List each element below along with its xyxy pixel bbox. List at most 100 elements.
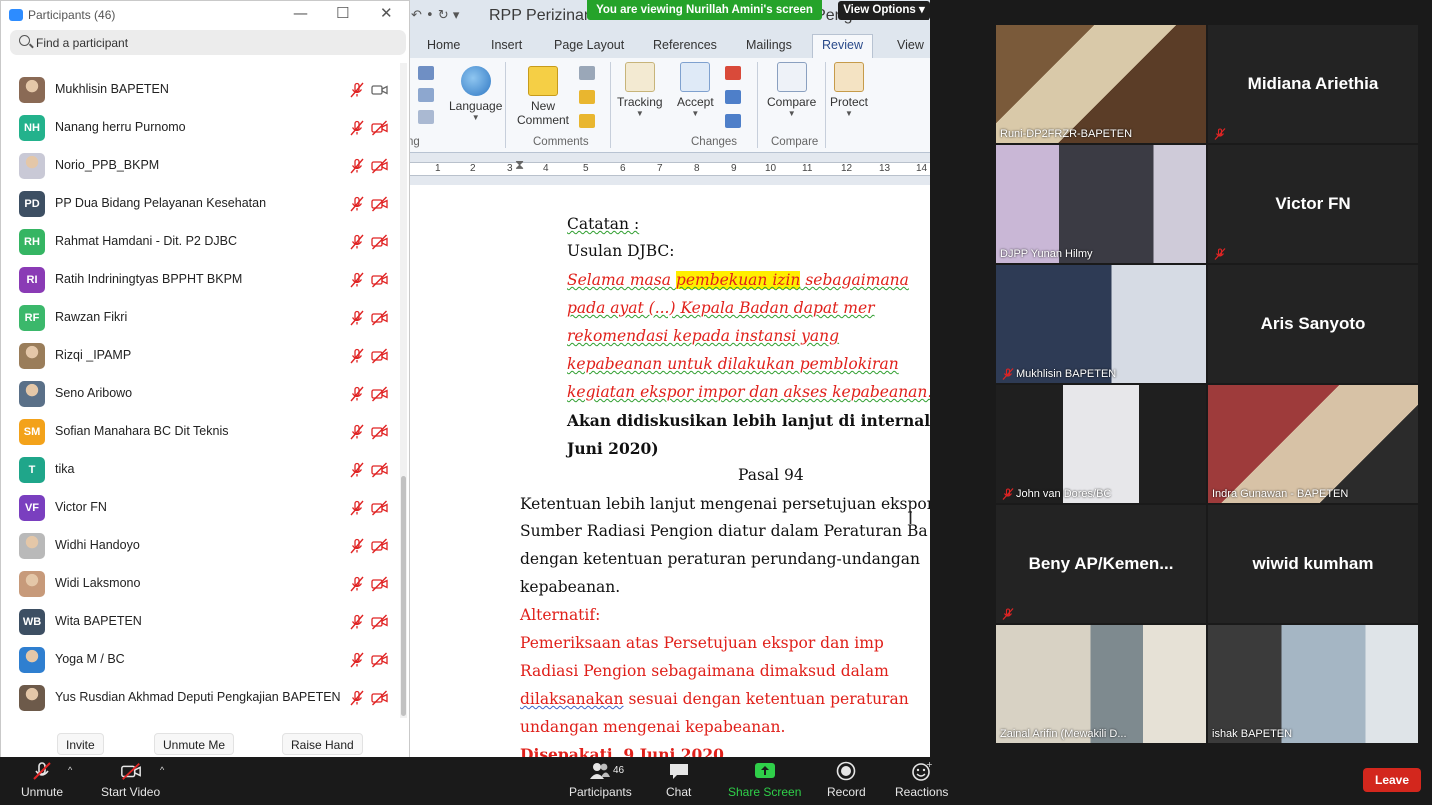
video-off-icon[interactable] <box>371 348 388 364</box>
video-off-icon[interactable] <box>371 462 388 478</box>
participant-row[interactable]: Norio_PPB_BKPM <box>1 147 399 185</box>
video-tile[interactable]: Runi-DP2FRZR-BAPETEN <box>996 25 1206 143</box>
video-off-icon[interactable] <box>371 424 388 440</box>
indent-marker-icon[interactable]: ⧗ <box>515 157 524 173</box>
muted-microphone-icon[interactable] <box>349 652 365 668</box>
unmute-me-button[interactable]: Unmute Me <box>154 733 235 755</box>
participant-list-scrollbar[interactable] <box>400 63 407 718</box>
participant-row[interactable]: Ttika <box>1 451 399 489</box>
video-off-icon[interactable] <box>371 158 388 174</box>
participant-row[interactable]: RF Rawzan Fikri <box>1 299 399 337</box>
muted-microphone-icon[interactable] <box>349 310 365 326</box>
muted-microphone-icon[interactable] <box>349 196 365 212</box>
record-button[interactable]: Record <box>827 761 866 799</box>
participant-search[interactable]: Find a participant <box>10 30 406 55</box>
tab-insert[interactable]: Insert <box>491 38 522 52</box>
video-tile[interactable]: Victor FN <box>1208 145 1418 263</box>
participant-row[interactable]: Widi Laksmono <box>1 565 399 603</box>
participant-row[interactable]: Rizqi _IPAMP <box>1 337 399 375</box>
maximize-icon[interactable]: ☐ <box>336 4 349 22</box>
audio-options-chevron-icon[interactable]: ^ <box>68 765 72 775</box>
accept-button[interactable]: Accept ▼ <box>677 62 714 118</box>
muted-microphone-icon[interactable] <box>349 614 365 630</box>
compare-button[interactable]: Compare ▼ <box>767 62 816 118</box>
muted-microphone-icon[interactable] <box>349 348 365 364</box>
video-tile[interactable]: wiwid kumham <box>1208 505 1418 623</box>
invite-button[interactable]: Invite <box>57 733 104 755</box>
previous-change-icon[interactable] <box>725 90 741 104</box>
participant-row[interactable]: SM Sofian Manahara BC Dit Teknis <box>1 413 399 451</box>
start-video-button[interactable]: Start Video <box>101 761 160 799</box>
participant-row[interactable]: RI Ratih Indriningtyas BPPHT BKPM <box>1 261 399 299</box>
video-off-icon[interactable] <box>371 196 388 212</box>
participant-row[interactable]: VF Victor FN <box>1 489 399 527</box>
muted-microphone-icon[interactable] <box>349 690 365 706</box>
tab-home[interactable]: Home <box>427 38 460 52</box>
language-button[interactable]: Language ▼ <box>449 66 502 122</box>
muted-microphone-icon[interactable] <box>349 386 365 402</box>
video-options-chevron-icon[interactable]: ^ <box>160 765 164 775</box>
video-on-icon[interactable] <box>371 82 388 98</box>
previous-comment-icon[interactable] <box>579 90 595 104</box>
participant-row[interactable]: Seno Aribowo <box>1 375 399 413</box>
video-off-icon[interactable] <box>371 614 388 630</box>
video-off-icon[interactable] <box>371 690 388 706</box>
participant-row[interactable]: RH Rahmat Hamdani - Dit. P2 DJBC <box>1 223 399 261</box>
video-tile[interactable]: Zainal Arifin (Mewakili D... <box>996 625 1206 743</box>
tab-review[interactable]: Review <box>812 34 873 59</box>
share-screen-button[interactable]: Share Screen <box>728 761 801 799</box>
close-icon[interactable]: ✕ <box>380 4 393 22</box>
video-tile[interactable]: ishak BAPETEN <box>1208 625 1418 743</box>
protect-button[interactable]: Protect ▼ <box>830 62 868 118</box>
research-icon[interactable] <box>418 88 434 102</box>
unmute-button[interactable]: Unmute <box>21 761 63 799</box>
muted-microphone-icon[interactable] <box>349 234 365 250</box>
video-off-icon[interactable] <box>371 576 388 592</box>
muted-microphone-icon[interactable] <box>349 500 365 516</box>
tab-references[interactable]: References <box>653 38 717 52</box>
video-off-icon[interactable] <box>371 120 388 136</box>
horizontal-ruler[interactable]: 1 2 3 4 5 6 7 8 9 10 11 12 13 14 ⧗ <box>405 153 930 185</box>
tab-mailings[interactable]: Mailings <box>746 38 792 52</box>
muted-microphone-icon[interactable] <box>349 424 365 440</box>
video-tile[interactable]: Aris Sanyoto <box>1208 265 1418 383</box>
participant-row[interactable]: PD PP Dua Bidang Pelayanan Kesehatan <box>1 185 399 223</box>
participant-row[interactable]: Mukhlisin BAPETEN <box>1 71 399 109</box>
view-options-button[interactable]: View Options ▾ <box>838 1 930 20</box>
video-off-icon[interactable] <box>371 500 388 516</box>
reject-icon[interactable] <box>725 66 741 80</box>
participant-row[interactable]: WB Wita BAPETEN <box>1 603 399 641</box>
new-comment-button[interactable]: New Comment <box>513 66 573 127</box>
scrollbar-thumb[interactable] <box>401 476 406 716</box>
participant-row[interactable]: Widhi Handoyo <box>1 527 399 565</box>
video-off-icon[interactable] <box>371 386 388 402</box>
video-off-icon[interactable] <box>371 272 388 288</box>
tracking-button[interactable]: Tracking ▼ <box>617 62 663 118</box>
chat-button[interactable]: Chat <box>666 761 691 799</box>
muted-microphone-icon[interactable] <box>349 462 365 478</box>
video-off-icon[interactable] <box>371 310 388 326</box>
participant-row[interactable]: NH Nanang herru Purnomo <box>1 109 399 147</box>
delete-comment-icon[interactable] <box>579 66 595 80</box>
participant-row[interactable]: Yoga M / BC <box>1 641 399 679</box>
video-off-icon[interactable] <box>371 234 388 250</box>
muted-microphone-icon[interactable] <box>349 272 365 288</box>
word-count-icon[interactable] <box>418 110 434 124</box>
quick-access-toolbar[interactable]: ↶ • ↻ ▾ <box>411 8 459 23</box>
tab-page-layout[interactable]: Page Layout <box>554 38 624 52</box>
document-page[interactable]: Catatan : Usulan DJBC: Selama masa pembe… <box>405 185 930 757</box>
next-change-icon[interactable] <box>725 114 741 128</box>
video-tile[interactable]: Midiana Ariethia <box>1208 25 1418 143</box>
next-comment-icon[interactable] <box>579 114 595 128</box>
reactions-button[interactable]: + Reactions <box>895 761 948 799</box>
video-tile[interactable]: Beny AP/Kemen... <box>996 505 1206 623</box>
muted-microphone-icon[interactable] <box>349 120 365 136</box>
video-tile[interactable]: Indra Gunawan - BAPETEN <box>1208 385 1418 503</box>
minimize-icon[interactable]: — <box>293 4 308 22</box>
muted-microphone-icon[interactable] <box>349 538 365 554</box>
muted-microphone-icon[interactable] <box>349 82 365 98</box>
raise-hand-button[interactable]: Raise Hand <box>282 733 363 755</box>
leave-meeting-button[interactable]: Leave <box>1363 768 1421 792</box>
video-tile[interactable]: Mukhlisin BAPETEN <box>996 265 1206 383</box>
tab-view[interactable]: View <box>897 38 924 52</box>
